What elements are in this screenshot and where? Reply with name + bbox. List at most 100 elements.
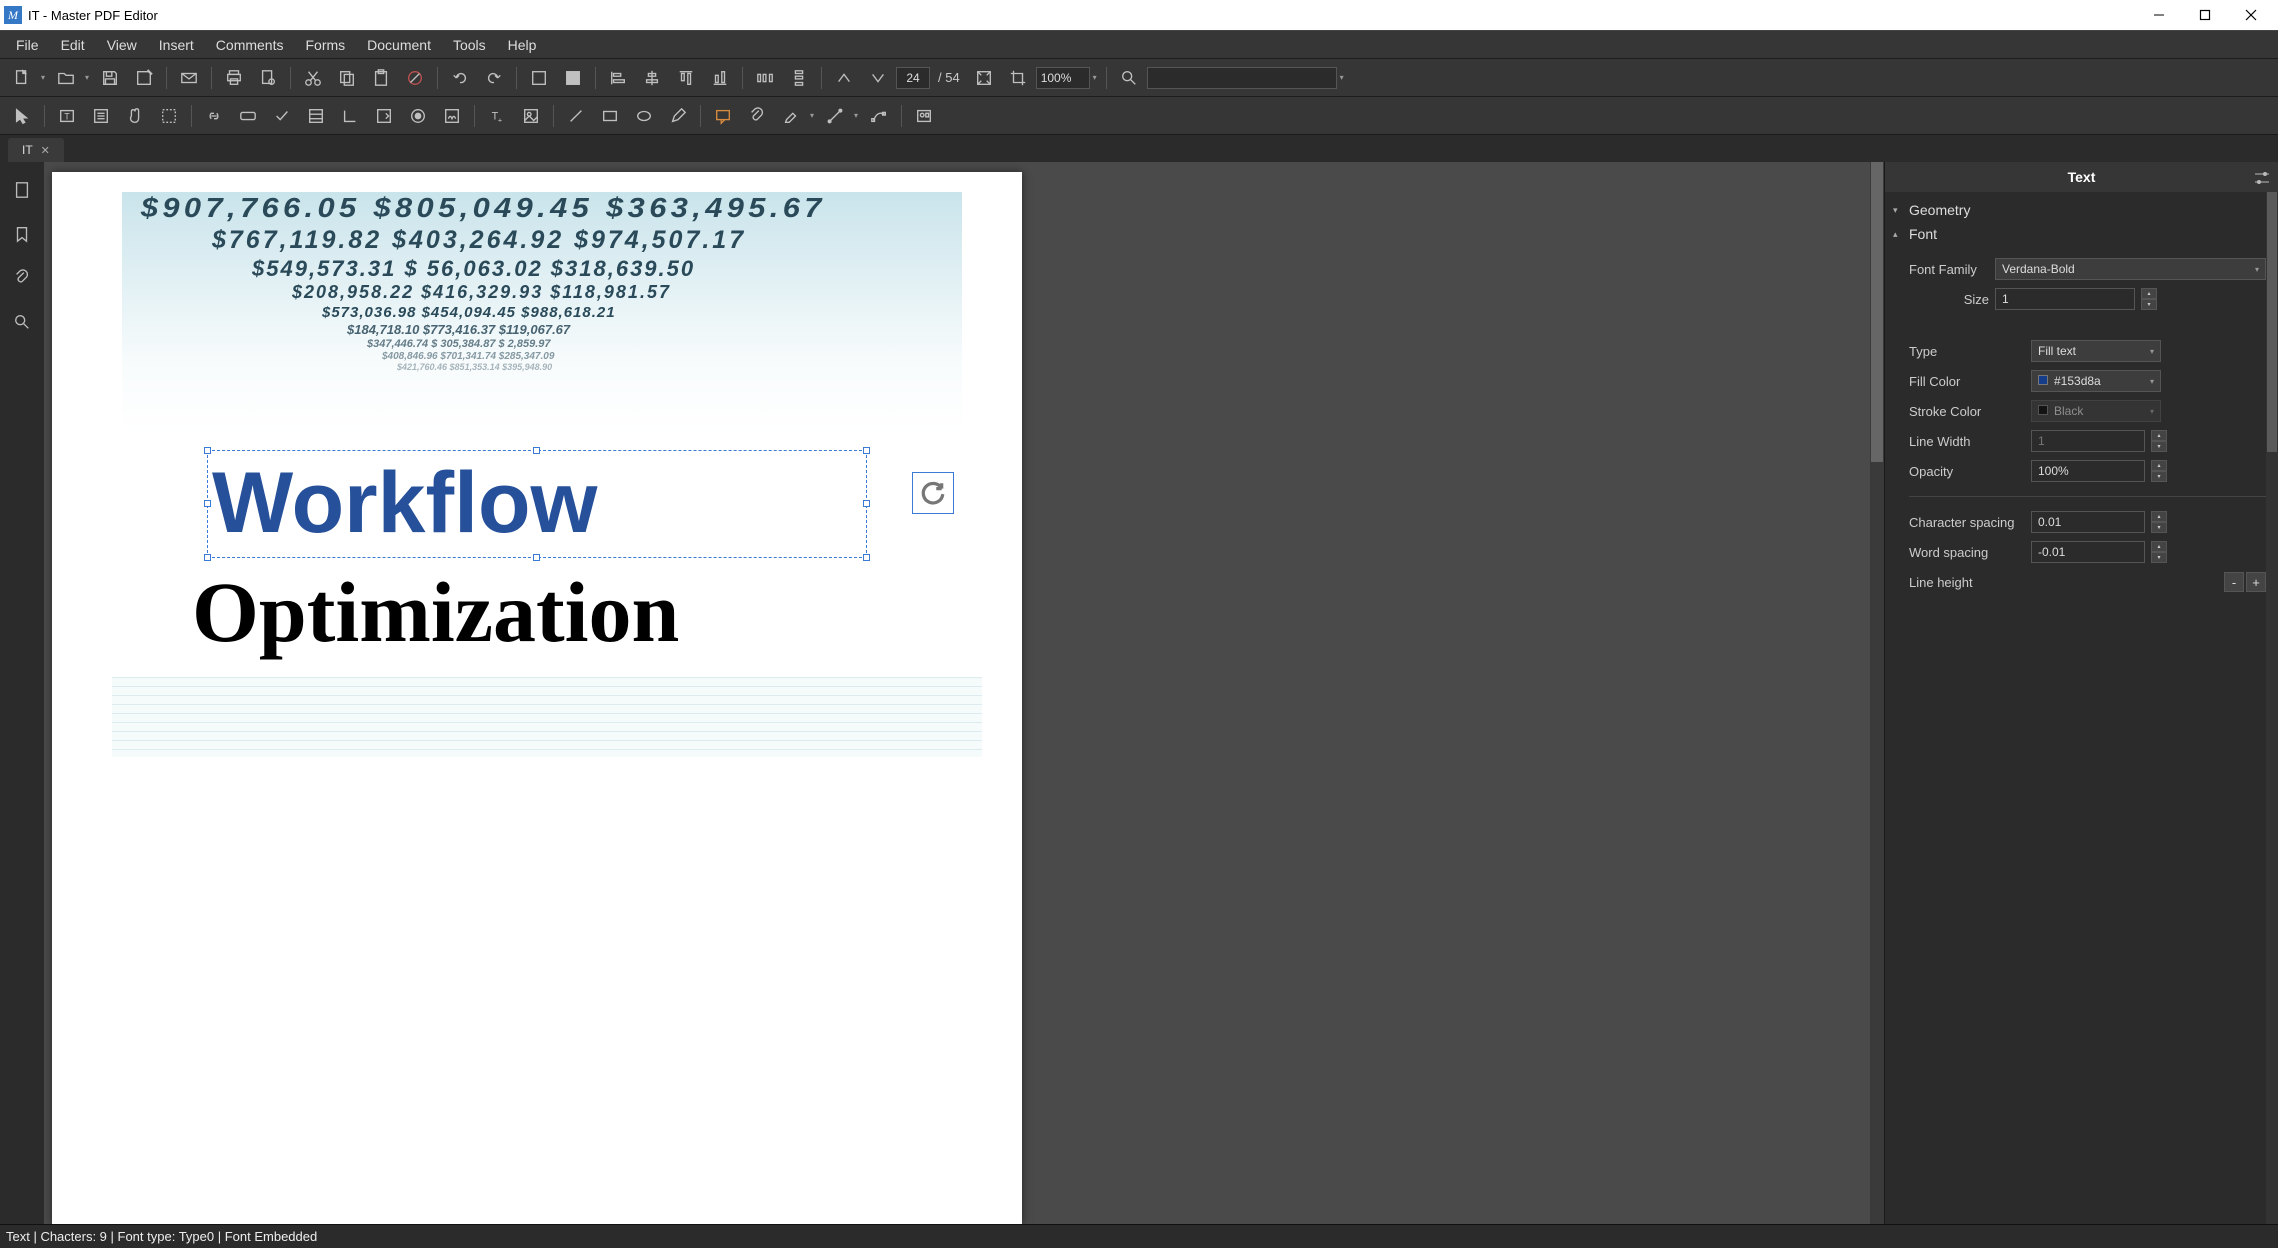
menu-view[interactable]: View (97, 33, 147, 57)
menu-edit[interactable]: Edit (51, 33, 95, 57)
char-spacing-spinner[interactable]: ▴▾ (2151, 511, 2167, 533)
crop-icon[interactable] (1002, 64, 1034, 92)
menu-tools[interactable]: Tools (443, 33, 496, 57)
checkbox-icon[interactable] (266, 102, 298, 130)
zoom-input[interactable] (1036, 67, 1090, 89)
print-icon[interactable] (218, 64, 250, 92)
prohibit-icon[interactable] (399, 64, 431, 92)
new-file-icon[interactable] (6, 64, 38, 92)
align-left-icon[interactable] (602, 64, 634, 92)
redo-icon[interactable] (478, 64, 510, 92)
page-number-input[interactable] (896, 67, 930, 89)
size-spinner[interactable]: ▴▾ (2141, 288, 2157, 310)
search-panel-icon[interactable] (10, 310, 34, 334)
menu-help[interactable]: Help (498, 33, 547, 57)
search-dropdown[interactable]: ▾ (1337, 64, 1347, 92)
zoom-dropdown[interactable]: ▾ (1090, 64, 1100, 92)
word-spacing-input[interactable] (2031, 541, 2145, 563)
fill-color-combo[interactable]: #153d8a▾ (2031, 370, 2161, 392)
measure-dropdown[interactable]: ▾ (851, 102, 861, 130)
rectangle-icon[interactable] (594, 102, 626, 130)
insert-text-icon[interactable]: T+ (481, 102, 513, 130)
open-file-icon[interactable] (50, 64, 82, 92)
opacity-spinner[interactable]: ▴▾ (2151, 460, 2167, 482)
char-spacing-input[interactable] (2031, 511, 2145, 533)
listbox-icon[interactable] (300, 102, 332, 130)
line-width-spinner[interactable]: ▴▾ (2151, 430, 2167, 452)
edit-text-icon[interactable]: T (51, 102, 83, 130)
attachments-icon[interactable] (10, 266, 34, 290)
combobox-icon[interactable] (368, 102, 400, 130)
bookmarks-icon[interactable] (10, 222, 34, 246)
email-icon[interactable] (173, 64, 205, 92)
canvas-area[interactable]: $907,766.05 $805,049.45 $363,495.67 $767… (44, 162, 1884, 1224)
search-input[interactable] (1147, 67, 1337, 89)
menu-insert[interactable]: Insert (149, 33, 204, 57)
actual-size-icon[interactable] (968, 64, 1000, 92)
attachment-icon[interactable] (741, 102, 773, 130)
print-preview-icon[interactable] (252, 64, 284, 92)
prev-page-icon[interactable] (828, 64, 860, 92)
page-thumbnails-icon[interactable] (10, 178, 34, 202)
line-icon[interactable] (560, 102, 592, 130)
line-height-minus[interactable]: - (2224, 572, 2244, 592)
radio-icon[interactable] (402, 102, 434, 130)
new-file-dropdown[interactable]: ▾ (38, 64, 48, 92)
document-tab[interactable]: IT ✕ (8, 138, 64, 162)
hand-icon[interactable] (119, 102, 151, 130)
corner-icon[interactable] (334, 102, 366, 130)
headline-optimization[interactable]: Optimization (192, 562, 679, 662)
word-spacing-spinner[interactable]: ▴▾ (2151, 541, 2167, 563)
selection-box[interactable] (207, 450, 867, 558)
distribute-v-icon[interactable] (783, 64, 815, 92)
fit-window-icon[interactable] (523, 64, 555, 92)
select-icon[interactable] (153, 102, 185, 130)
undo-icon[interactable] (444, 64, 476, 92)
comment-icon[interactable] (707, 102, 739, 130)
opacity-input[interactable] (2031, 460, 2145, 482)
maximize-button[interactable] (2182, 0, 2228, 30)
ellipse-icon[interactable] (628, 102, 660, 130)
pointer-icon[interactable] (6, 102, 38, 130)
section-font[interactable]: ▴Font (1891, 222, 2266, 246)
tab-close-icon[interactable]: ✕ (41, 144, 50, 157)
align-center-icon[interactable] (636, 64, 668, 92)
menu-document[interactable]: Document (357, 33, 441, 57)
link-icon[interactable] (198, 102, 230, 130)
next-page-icon[interactable] (862, 64, 894, 92)
section-geometry[interactable]: ▾Geometry (1891, 198, 2266, 222)
close-button[interactable] (2228, 0, 2274, 30)
size-input[interactable] (1995, 288, 2135, 310)
signature-icon[interactable] (436, 102, 468, 130)
distribute-h-icon[interactable] (749, 64, 781, 92)
highlight-dropdown[interactable]: ▾ (807, 102, 817, 130)
open-file-dropdown[interactable]: ▾ (82, 64, 92, 92)
font-family-combo[interactable]: Verdana-Bold▾ (1995, 258, 2266, 280)
type-combo[interactable]: Fill text▾ (2031, 340, 2161, 362)
page-view[interactable]: $907,766.05 $805,049.45 $363,495.67 $767… (52, 172, 1022, 1224)
line-width-input[interactable] (2031, 430, 2145, 452)
fit-page-icon[interactable] (557, 64, 589, 92)
form-icon[interactable] (85, 102, 117, 130)
copy-icon[interactable] (331, 64, 363, 92)
panel-settings-icon[interactable] (2252, 168, 2272, 188)
rotate-handle-icon[interactable] (912, 472, 954, 514)
align-bottom-icon[interactable] (704, 64, 736, 92)
panel-scrollbar[interactable] (2266, 192, 2278, 1224)
save-as-icon[interactable] (128, 64, 160, 92)
measure-icon[interactable] (819, 102, 851, 130)
path-icon[interactable] (863, 102, 895, 130)
align-top-icon[interactable] (670, 64, 702, 92)
menu-file[interactable]: File (6, 33, 49, 57)
menu-forms[interactable]: Forms (295, 33, 355, 57)
pencil-icon[interactable] (662, 102, 694, 130)
button-icon[interactable] (232, 102, 264, 130)
line-height-plus[interactable]: + (2246, 572, 2266, 592)
insert-image-icon[interactable] (515, 102, 547, 130)
stroke-color-combo[interactable]: Black▾ (2031, 400, 2161, 422)
menu-comments[interactable]: Comments (206, 33, 294, 57)
paste-icon[interactable] (365, 64, 397, 92)
minimize-button[interactable] (2136, 0, 2182, 30)
save-icon[interactable] (94, 64, 126, 92)
canvas-scrollbar[interactable] (1870, 162, 1884, 1224)
